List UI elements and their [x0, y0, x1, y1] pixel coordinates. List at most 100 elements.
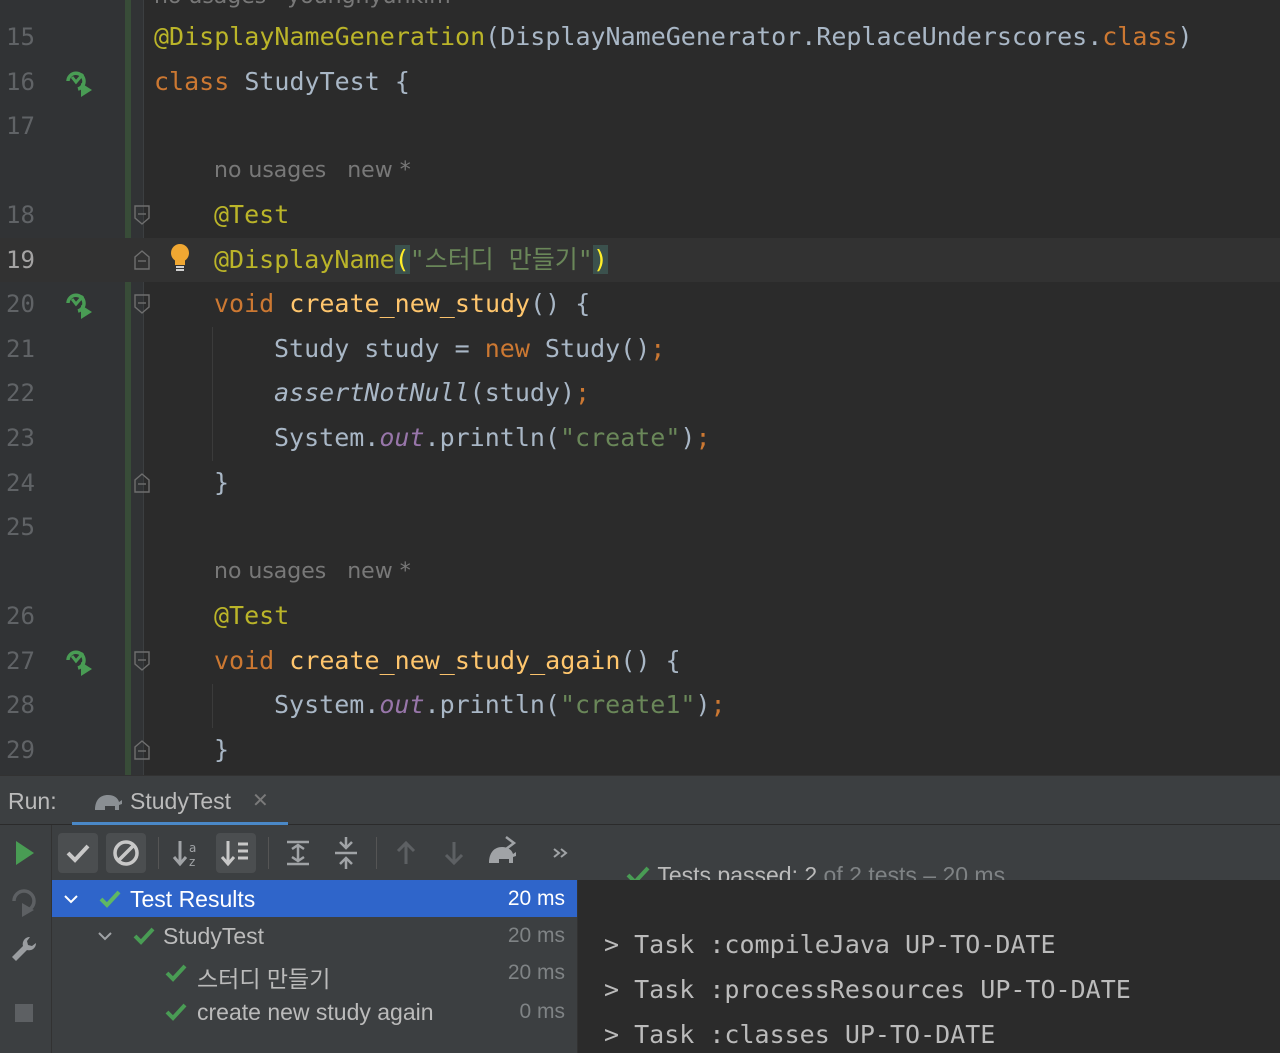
sort-alphabetically-button[interactable]: az: [168, 833, 208, 873]
fold-end-icon[interactable]: [133, 472, 151, 493]
code-text: class StudyTest {: [154, 66, 410, 96]
test-duration: 20 ms: [507, 924, 565, 947]
code-line[interactable]: 20 void create_new_study() {: [0, 282, 1280, 327]
fold-end-icon[interactable]: [133, 739, 151, 760]
code-text: @DisplayName("스터디 만들기"): [214, 244, 608, 274]
test-duration: 20 ms: [507, 887, 565, 910]
wrench-icon[interactable]: [8, 933, 40, 965]
more-icon: [553, 848, 568, 858]
close-icon[interactable]: ✕: [252, 788, 269, 812]
line-number: 27: [6, 646, 35, 675]
code-line[interactable]: 21 Study study = new Study();: [0, 327, 1280, 372]
line-number: 18: [6, 201, 35, 229]
show-ignored-icon: [113, 840, 139, 866]
code-line[interactable]: 16 class StudyTest {: [0, 60, 1280, 105]
test-duration: 20 ms: [507, 961, 565, 984]
console-output[interactable]: > Task :compileJava UP-TO-DATE > Task :p…: [577, 880, 1280, 1053]
inlay-hint-usages: no usages new *: [214, 559, 411, 584]
run-test-gutter-icon[interactable]: [64, 646, 94, 676]
run-test-gutter-icon[interactable]: [64, 67, 94, 97]
code-text: @DisplayNameGeneration(DisplayNameGenera…: [154, 22, 1193, 51]
code-text: }: [214, 734, 230, 764]
line-number: 20: [6, 290, 35, 319]
stop-icon[interactable]: [8, 997, 40, 1029]
line-number: 17: [6, 112, 35, 141]
line-number: 25: [6, 513, 35, 542]
tree-label: StudyTest: [163, 923, 264, 949]
tree-row-test[interactable]: create new study again 0 ms: [52, 993, 577, 1030]
code-line[interactable]: 25: [0, 505, 1280, 550]
show-passed-button[interactable]: [58, 833, 98, 873]
next-failed-button[interactable]: [434, 833, 474, 873]
tree-label: Test Results: [130, 886, 256, 912]
toolbar-separator: [376, 837, 377, 869]
sort-by-duration-button[interactable]: [216, 833, 256, 873]
fold-start-icon[interactable]: [133, 294, 151, 315]
code-text: System.out.println("create");: [274, 423, 711, 452]
passed-check-icon: [99, 890, 121, 908]
expand-all-button[interactable]: [278, 833, 318, 873]
line-number: 21: [6, 334, 35, 363]
chevron-down-icon[interactable]: [96, 927, 114, 945]
svg-text:z: z: [189, 855, 195, 869]
code-line[interactable]: 29 }: [0, 728, 1280, 773]
code-text: }: [214, 467, 230, 497]
fold-start-icon[interactable]: [133, 205, 151, 225]
toolbar-separator: [158, 837, 159, 869]
tab-label: StudyTest: [130, 788, 231, 814]
show-ignored-button[interactable]: [106, 833, 146, 873]
tab-studytest[interactable]: StudyTest ✕: [72, 776, 288, 826]
test-results-tree: Test Results 20 ms StudyTest 20 ms 스터디 만…: [52, 880, 577, 1053]
code-line[interactable]: 17: [0, 104, 1280, 149]
rerun-icon[interactable]: [8, 837, 40, 869]
line-number: 24: [6, 468, 35, 497]
more-button[interactable]: [540, 833, 580, 873]
code-text: System.out.println("create1");: [274, 690, 726, 720]
code-line[interactable]: 23 System.out.println("create");: [0, 416, 1280, 461]
line-number: 23: [6, 424, 35, 452]
code-line[interactable]: 15 @DisplayNameGeneration(DisplayNameGen…: [0, 15, 1280, 60]
run-test-gutter-icon[interactable]: [64, 289, 94, 320]
code-text: void create_new_study_again() {: [214, 645, 681, 675]
fold-end-icon[interactable]: [133, 249, 151, 270]
run-header: Run: StudyTest ✕: [0, 775, 1280, 826]
code-text: Study study = new Study();: [274, 333, 666, 363]
code-text: assertNotNull(study);: [274, 378, 591, 408]
code-line[interactable]: 27 void create_new_study_again() {: [0, 639, 1280, 684]
code-line-current[interactable]: 19 @DisplayName("스터디 만들기"): [0, 237, 1280, 283]
expand-all-icon: [287, 840, 309, 866]
code-editor[interactable]: no usages younghyunkim 15 @DisplayNameGe…: [0, 0, 1280, 775]
code-line[interactable]: 22 assertNotNull(study);: [0, 371, 1280, 416]
import-tests-icon: [489, 836, 517, 863]
tree-row-test[interactable]: 스터디 만들기 20 ms: [52, 954, 577, 992]
passed-check-icon: [165, 1003, 187, 1021]
show-passed-icon: [66, 844, 90, 863]
tree-row-test-results[interactable]: Test Results 20 ms: [52, 880, 577, 917]
code-line[interactable]: 26 @Test: [0, 594, 1280, 639]
code-line[interactable]: 28 System.out.println("create1");: [0, 683, 1280, 728]
line-number: 15: [6, 23, 35, 51]
previous-failed-button[interactable]: [386, 833, 426, 873]
chevron-down-icon[interactable]: [62, 890, 80, 908]
console-line: > Task :processResources UP-TO-DATE: [604, 975, 1131, 1004]
tree-row-studytest[interactable]: StudyTest 20 ms: [52, 917, 577, 954]
inlay-hint-top: no usages younghyunkim: [154, 0, 451, 9]
sort-alpha-icon: az: [172, 841, 196, 869]
code-text: @Test: [214, 601, 290, 630]
lightbulb-icon[interactable]: [168, 243, 192, 273]
svg-text:a: a: [189, 841, 196, 855]
fold-start-icon[interactable]: [133, 650, 151, 671]
next-failed-icon: [444, 842, 464, 866]
test-runner-toolbar: az Tests passed: 2 of 2 tests – 20 ms: [52, 825, 1280, 888]
code-line[interactable]: 24 }: [0, 461, 1280, 506]
line-number: 19: [6, 245, 35, 274]
rerun-failed-icon[interactable]: [8, 885, 40, 917]
line-number: 29: [6, 735, 35, 764]
import-tests-button[interactable]: [482, 833, 522, 873]
code-line[interactable]: 18 @Test: [0, 193, 1280, 238]
test-duration: 0 ms: [519, 1000, 565, 1023]
collapse-all-button[interactable]: [326, 833, 366, 873]
toolbar-separator: [268, 837, 269, 869]
console-line: > Task :compileJava UP-TO-DATE: [604, 930, 1056, 959]
code-text: @Test: [214, 200, 290, 229]
